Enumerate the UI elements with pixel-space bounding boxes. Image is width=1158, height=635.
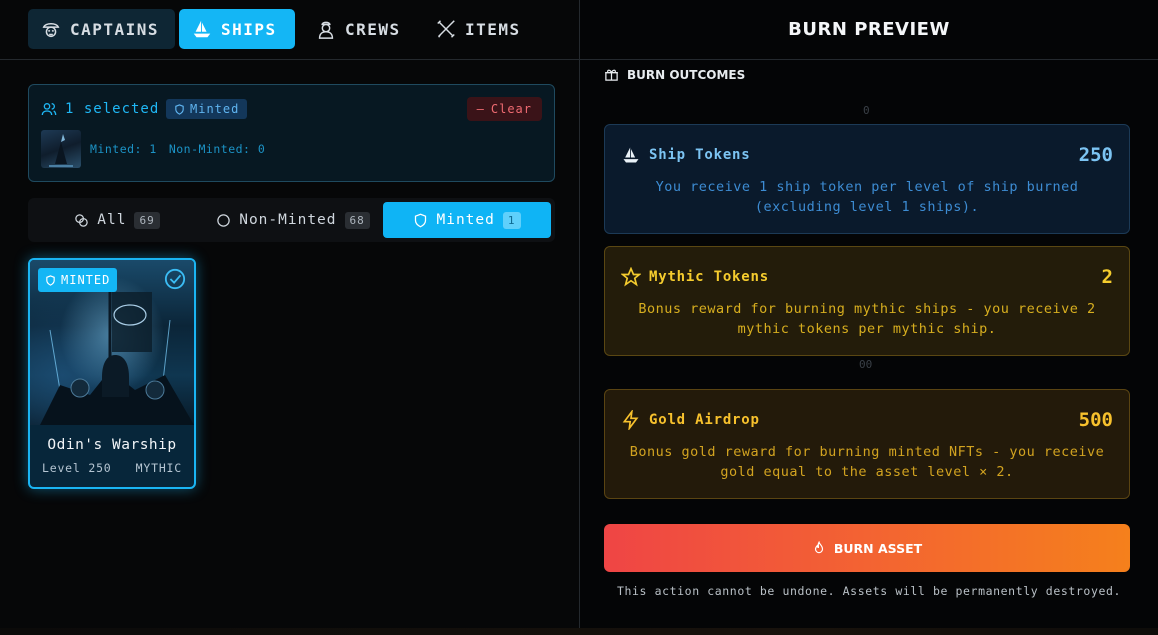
reward-description: Bonus gold reward for burning minted NFT… xyxy=(629,444,1105,480)
filter-count: 1 xyxy=(502,211,521,229)
coins-icon xyxy=(75,213,89,227)
asset-panel: CAPTAINS SHIPS CREWS ITEMS 1 selected Mi… xyxy=(0,0,579,628)
ship-icon xyxy=(193,20,211,38)
tab-label: SHIPS xyxy=(221,19,277,39)
nonminted-stat: Non-Minted: 0 xyxy=(168,142,266,156)
category-tabs: CAPTAINS SHIPS CREWS ITEMS xyxy=(0,0,579,60)
shield-icon xyxy=(415,213,427,227)
mint-filter-bar: All 69 Non-Minted 68 Minted 1 xyxy=(28,198,555,242)
tab-ships[interactable]: SHIPS xyxy=(179,9,295,49)
reward-ship-tokens: Ship Tokens 250 You receive 1 ship token… xyxy=(604,124,1130,234)
selection-summary: 1 selected Minted — Clear Minted: 1 Non-… xyxy=(28,84,555,182)
reward-description: You receive 1 ship token per level of sh… xyxy=(655,179,1079,215)
reward-gold-airdrop: Gold Airdrop 500 Bonus gold reward for b… xyxy=(604,389,1130,499)
reward-value: 250 xyxy=(1078,144,1113,166)
tab-captains[interactable]: CAPTAINS xyxy=(28,9,175,49)
filter-label: All xyxy=(97,212,127,228)
minted-badge: Minted xyxy=(166,99,248,119)
ship-rarity: MYTHIC xyxy=(135,461,182,475)
tab-crews[interactable]: CREWS xyxy=(303,9,413,49)
selected-count: 1 selected xyxy=(41,101,159,117)
selected-ship-thumbnail xyxy=(41,130,81,168)
filter-count: 69 xyxy=(134,211,160,229)
stray-text: 0 xyxy=(863,104,870,117)
burn-button-label: BURN ASSET xyxy=(833,540,923,556)
outcomes-label-text: BURN OUTCOMES xyxy=(627,67,746,82)
reward-name: Mythic Tokens xyxy=(649,269,769,285)
tab-items[interactable]: ITEMS xyxy=(423,9,533,49)
reward-description: Bonus reward for burning mythic ships - … xyxy=(638,301,1096,337)
filter-minted[interactable]: Minted 1 xyxy=(383,202,551,238)
shield-icon xyxy=(175,103,184,115)
lightning-icon xyxy=(622,410,639,430)
crossed-tools-icon xyxy=(437,20,455,38)
star-icon xyxy=(621,267,641,287)
shield-icon xyxy=(46,274,55,286)
filter-count: 68 xyxy=(344,211,370,229)
filter-non-minted[interactable]: Non-Minted 68 xyxy=(206,202,380,238)
card-badge-label: MINTED xyxy=(61,273,111,287)
reward-value: 500 xyxy=(1078,409,1113,431)
stray-text: 00 xyxy=(859,358,873,371)
card-minted-badge: MINTED xyxy=(38,268,118,292)
tab-label: CAPTAINS xyxy=(70,19,160,39)
reward-name: Ship Tokens xyxy=(649,147,751,163)
ship-meta: Level 250 MYTHIC xyxy=(42,461,182,475)
burn-warning: This action cannot be undone. Assets wil… xyxy=(616,584,1122,598)
circle-icon xyxy=(217,213,230,227)
minus-icon: — xyxy=(476,102,485,116)
tab-label: CREWS xyxy=(345,19,401,39)
minted-stat: Minted: 1 xyxy=(90,142,157,156)
clear-selection-button[interactable]: — Clear xyxy=(466,97,542,121)
pirate-icon xyxy=(42,22,60,38)
check-circle-icon xyxy=(164,268,186,290)
burn-preview-header: BURN PREVIEW xyxy=(580,0,1158,60)
clear-label: Clear xyxy=(490,102,532,116)
filter-all[interactable]: All 69 xyxy=(32,202,202,238)
minted-badge-label: Minted xyxy=(190,102,240,116)
reward-mythic-tokens: Mythic Tokens 2 Bonus reward for burning… xyxy=(604,246,1130,356)
burn-asset-button[interactable]: BURN ASSET xyxy=(604,524,1130,572)
selected-count-label: 1 selected xyxy=(65,101,160,117)
users-icon xyxy=(41,103,57,116)
reward-value: 2 xyxy=(1101,266,1113,288)
ship-icon xyxy=(623,147,639,163)
filter-label: Non-Minted xyxy=(239,212,337,228)
tab-label: ITEMS xyxy=(465,19,521,39)
ship-name: Odin's Warship xyxy=(47,437,177,453)
sailor-icon xyxy=(318,21,334,39)
page-title: BURN PREVIEW xyxy=(788,19,950,40)
burn-outcomes-label: BURN OUTCOMES xyxy=(604,67,745,82)
ship-card[interactable]: MINTED Odin's Warship Level 250 MYTHIC xyxy=(28,258,196,489)
reward-name: Gold Airdrop xyxy=(649,412,760,428)
selection-stats: Minted: 1 Non-Minted: 0 xyxy=(90,142,265,156)
gift-icon xyxy=(605,69,618,81)
ship-level: Level 250 xyxy=(42,461,112,475)
filter-label: Minted xyxy=(436,212,495,228)
burn-preview-panel: BURN PREVIEW BURN OUTCOMES 0 00 Ship Tok… xyxy=(580,0,1158,628)
flame-icon xyxy=(814,541,823,554)
